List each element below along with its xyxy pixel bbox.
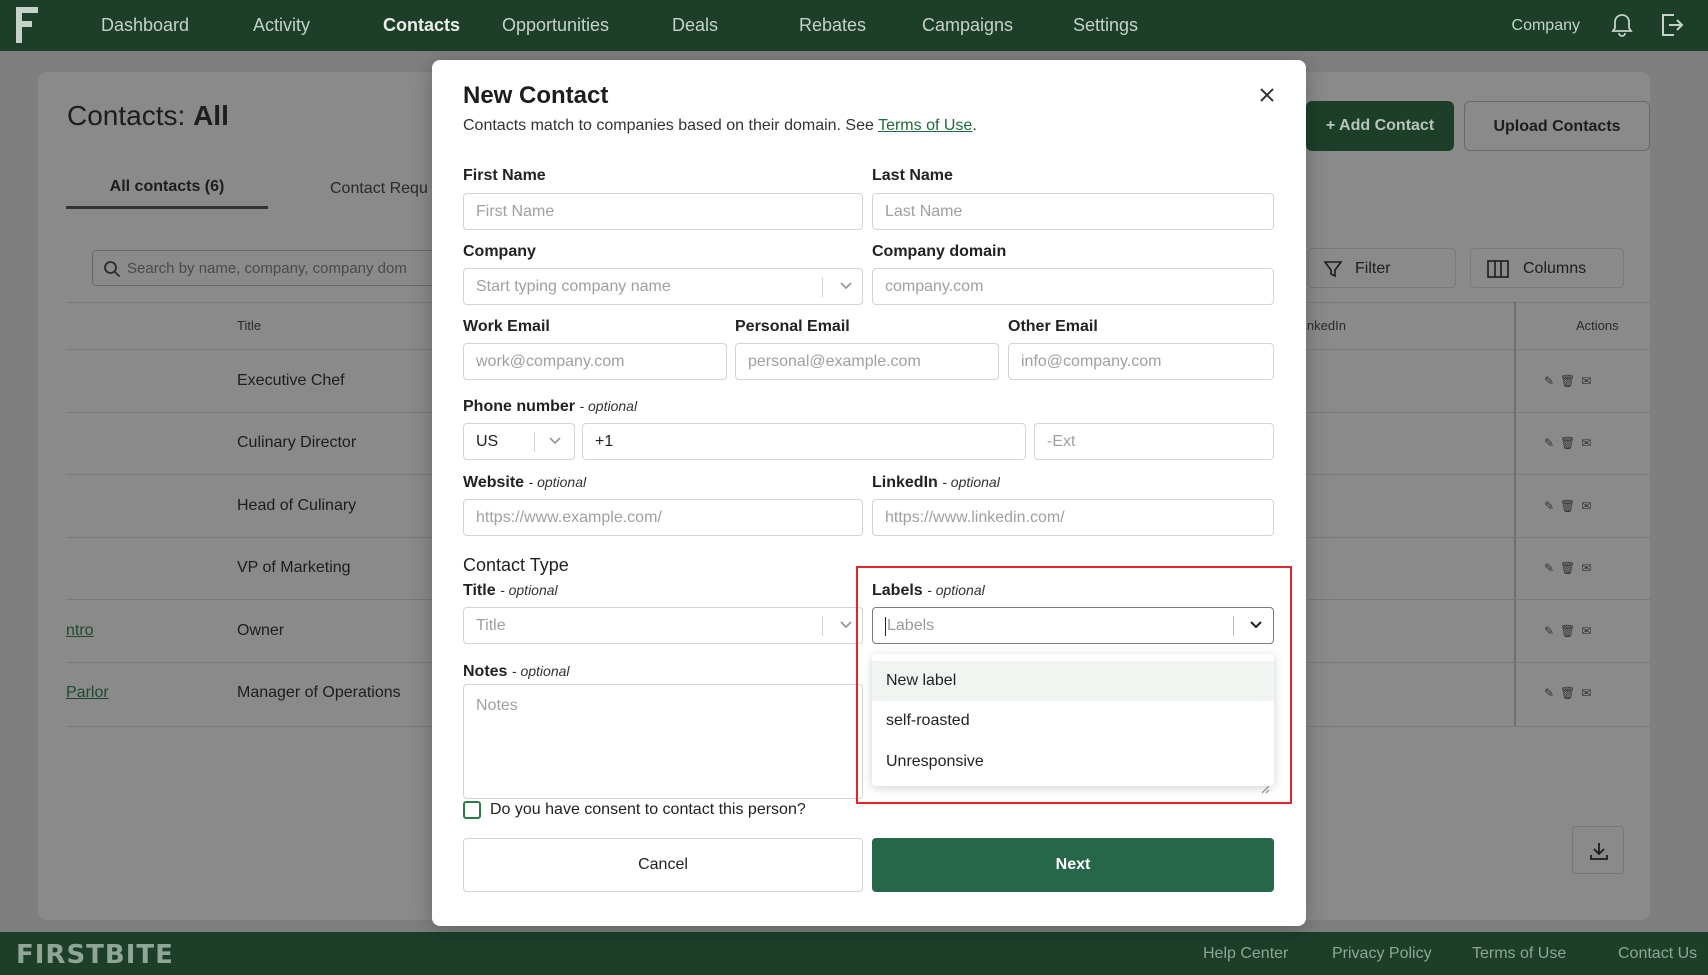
- country-code-select[interactable]: US: [463, 423, 575, 460]
- notes-label: Notes - optional: [463, 663, 570, 680]
- contact-type-heading: Contact Type: [463, 555, 569, 575]
- phone-ext-input[interactable]: -Ext: [1034, 423, 1274, 460]
- chevron-down-icon[interactable]: [548, 436, 562, 446]
- personal-email-label: Personal Email: [735, 318, 850, 335]
- upload-contacts-button[interactable]: Upload Contacts: [1464, 101, 1650, 151]
- table-row-company-link[interactable]: Parlor: [66, 684, 109, 702]
- select-separator: [822, 616, 823, 636]
- consent-label: Do you have consent to contact this pers…: [490, 801, 806, 818]
- select-separator: [822, 277, 823, 297]
- row-actions-icons[interactable]: ✎🗑✉: [1544, 686, 1597, 700]
- table-row-title: Executive Chef: [237, 372, 345, 389]
- close-icon[interactable]: [1256, 84, 1278, 106]
- personal-email-input[interactable]: personal@example.com: [735, 343, 999, 380]
- row-actions-icons[interactable]: ✎🗑✉: [1544, 561, 1597, 575]
- nav-settings[interactable]: Settings: [1073, 0, 1138, 51]
- table-row-title: VP of Marketing: [237, 559, 351, 576]
- row-actions-icons[interactable]: ✎🗑✉: [1544, 624, 1597, 638]
- modal-title: New Contact: [463, 82, 609, 109]
- website-input[interactable]: https://www.example.com/: [463, 499, 863, 536]
- nav-campaigns[interactable]: Campaigns: [922, 0, 1013, 51]
- first-name-input[interactable]: First Name: [463, 193, 863, 230]
- table-row-title: Culinary Director: [237, 434, 357, 451]
- notes-textarea[interactable]: Notes: [463, 684, 863, 799]
- bell-icon[interactable]: [1609, 12, 1635, 38]
- row-actions-icons[interactable]: ✎🗑✉: [1544, 374, 1597, 388]
- last-name-label: Last Name: [872, 167, 953, 184]
- select-separator: [534, 432, 535, 452]
- company-menu[interactable]: Company: [1512, 0, 1580, 51]
- contacts-search-input[interactable]: Search by name, company, company dom: [92, 250, 452, 286]
- company-domain-input[interactable]: company.com: [872, 268, 1274, 305]
- page-title: Contacts: All: [67, 100, 229, 131]
- work-email-label: Work Email: [463, 318, 550, 335]
- row-actions-icons[interactable]: ✎🗑✉: [1544, 499, 1597, 513]
- nav-deals[interactable]: Deals: [672, 0, 718, 51]
- columns-button[interactable]: Columns: [1470, 248, 1624, 288]
- nav-rebates[interactable]: Rebates: [799, 0, 866, 51]
- highlight-annotation: [856, 566, 1292, 804]
- logout-icon[interactable]: [1659, 12, 1685, 38]
- linkedin-label: LinkedIn - optional: [872, 474, 1000, 491]
- modal-subtitle: Contacts match to companies based on the…: [463, 117, 977, 134]
- footer-privacy-policy[interactable]: Privacy Policy: [1332, 945, 1432, 963]
- th-linkedin[interactable]: inkedIn: [1304, 318, 1346, 333]
- title-select[interactable]: Title: [463, 607, 863, 644]
- phone-label: Phone number - optional: [463, 398, 638, 415]
- phone-number-input[interactable]: +1: [582, 423, 1026, 460]
- company-select[interactable]: Start typing company name: [463, 268, 863, 305]
- first-name-label: First Name: [463, 167, 546, 184]
- nav-opportunities[interactable]: Opportunities: [502, 0, 609, 51]
- download-button[interactable]: [1572, 826, 1624, 874]
- footer: FIRSTBITE Help Center Privacy Policy Ter…: [0, 932, 1708, 975]
- filter-icon: [1323, 261, 1343, 278]
- last-name-input[interactable]: Last Name: [872, 193, 1274, 230]
- tab-all-contacts[interactable]: All contacts (6): [66, 178, 268, 209]
- add-contact-button[interactable]: + Add Contact: [1306, 101, 1454, 151]
- consent-checkbox[interactable]: [463, 801, 481, 819]
- nav-activity[interactable]: Activity: [253, 0, 310, 51]
- filter-button[interactable]: Filter: [1308, 248, 1456, 288]
- other-email-input[interactable]: info@company.com: [1008, 343, 1274, 380]
- footer-logo: FIRSTBITE: [16, 940, 174, 970]
- chevron-down-icon[interactable]: [839, 620, 853, 630]
- search-icon: [104, 261, 121, 278]
- table-row-title: Owner: [237, 622, 285, 639]
- cancel-button[interactable]: Cancel: [463, 838, 863, 892]
- work-email-input[interactable]: work@company.com: [463, 343, 727, 380]
- th-actions: Actions: [1576, 318, 1619, 333]
- footer-contact-us[interactable]: Contact Us: [1618, 945, 1697, 963]
- top-navigation: Dashboard Activity Contacts Opportunitie…: [0, 0, 1708, 51]
- terms-of-use-link[interactable]: Terms of Use: [878, 117, 972, 134]
- other-email-label: Other Email: [1008, 318, 1098, 335]
- columns-icon: [1487, 260, 1509, 278]
- next-button[interactable]: Next: [872, 838, 1274, 892]
- footer-help-center[interactable]: Help Center: [1203, 945, 1288, 963]
- download-icon: [1590, 843, 1608, 860]
- company-domain-label: Company domain: [872, 243, 1007, 260]
- nav-dashboard[interactable]: Dashboard: [101, 0, 189, 51]
- footer-terms-of-use[interactable]: Terms of Use: [1472, 945, 1566, 963]
- nav-contacts[interactable]: Contacts: [383, 0, 460, 51]
- firstbite-logo-icon[interactable]: [16, 7, 38, 43]
- website-label: Website - optional: [463, 474, 587, 491]
- title-label: Title - optional: [463, 582, 558, 599]
- table-row-company-link[interactable]: ntro: [66, 622, 94, 640]
- table-row-title: Head of Culinary: [237, 497, 357, 514]
- company-label: Company: [463, 243, 536, 260]
- tab-contact-requests[interactable]: Contact Requ: [330, 180, 428, 198]
- linkedin-input[interactable]: https://www.linkedin.com/: [872, 499, 1274, 536]
- table-row-title: Manager of Operations: [237, 684, 401, 701]
- th-title[interactable]: Title: [237, 318, 261, 333]
- row-actions-icons[interactable]: ✎🗑✉: [1544, 436, 1597, 450]
- chevron-down-icon[interactable]: [839, 281, 853, 291]
